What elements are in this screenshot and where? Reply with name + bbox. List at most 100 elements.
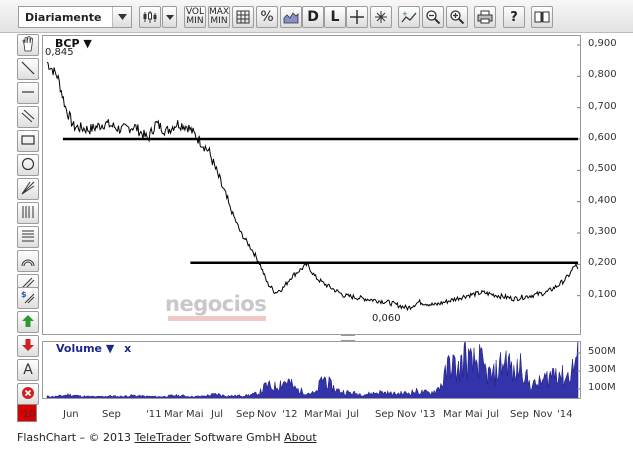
symbol-dropdown-icon[interactable]: ▼ <box>83 37 91 50</box>
l-button[interactable]: L <box>324 6 346 28</box>
chevron-down-icon <box>112 7 131 27</box>
x-tick-label: Nov <box>257 409 277 420</box>
arc-icon <box>21 253 35 270</box>
volume-legend[interactable]: Volume ▼ x <box>56 342 131 355</box>
x-tick-label: '11 <box>146 409 162 420</box>
y-tick-label: 0,800 <box>588 69 617 81</box>
x-tick-label: Sep <box>510 409 529 420</box>
chart-type-dropdown[interactable] <box>162 6 177 28</box>
horizontal-line-icon <box>21 85 35 102</box>
y-tick-label: 0,100 <box>588 288 617 300</box>
x-tick-label: '10 <box>20 409 36 420</box>
max-min-label: MAX MIN <box>208 7 230 26</box>
zoom-in-button[interactable] <box>446 6 468 28</box>
y-tick-label: 0,300 <box>588 226 617 237</box>
crosshair-button[interactable] <box>346 6 368 28</box>
y-tick-label: 0,400 <box>588 194 617 206</box>
grid-icon <box>236 10 250 24</box>
period-value: Diariamente <box>25 10 102 24</box>
fan-tool-button[interactable] <box>17 178 39 200</box>
watermark-logo: negocios <box>165 292 267 316</box>
hand-tool-button[interactable] <box>17 34 39 56</box>
printer-icon <box>477 10 493 24</box>
footer-copyright: FlashChart – © 2013 <box>17 431 135 444</box>
text-tool-button[interactable]: A <box>17 359 39 381</box>
x-tick-label: Mai <box>324 409 342 420</box>
diagonal-line-icon <box>21 61 35 78</box>
trend-line-tool-button[interactable] <box>17 58 39 80</box>
volume-y-tick-label: 300M <box>588 364 616 375</box>
d-label: D <box>307 8 319 25</box>
x-tick-label: Mar <box>164 409 183 420</box>
x-tick-label: Mai <box>465 409 483 420</box>
book-button[interactable] <box>531 6 553 28</box>
volume-close-button[interactable]: x <box>124 342 131 355</box>
watermark-bar <box>168 316 266 321</box>
volume-y-tick-label: 100M <box>588 382 616 393</box>
candlestick-icon <box>142 10 158 24</box>
percent-label: % <box>260 8 274 25</box>
arrow-up-icon <box>21 314 35 331</box>
y-tick-label: 0,900 <box>588 38 617 49</box>
x-tick-label: Jul <box>211 409 224 420</box>
arrow-down-tool-button[interactable] <box>17 335 39 357</box>
zoom-out-button[interactable] <box>422 6 444 28</box>
ellipse-tool-button[interactable] <box>17 154 39 176</box>
volume-label: Volume <box>56 342 102 355</box>
arrow-up-tool-button[interactable] <box>17 311 39 333</box>
circle-icon <box>21 157 35 174</box>
zoom-button[interactable] <box>370 6 392 28</box>
rectangle-tool-button[interactable] <box>17 130 39 152</box>
add-indicator-button[interactable]: + <box>398 6 420 28</box>
price-chart[interactable] <box>42 35 581 335</box>
x-tick-label: Sep <box>375 409 394 420</box>
grid-button[interactable] <box>232 6 254 28</box>
print-button[interactable] <box>474 6 496 28</box>
percent-button[interactable]: % <box>256 6 278 28</box>
chevron-down-icon <box>165 14 174 20</box>
indicator-add-icon: + <box>401 10 417 24</box>
svg-text:+: + <box>402 10 408 18</box>
x-tick-label: Sep <box>102 409 121 420</box>
horizontal-lines-icon <box>21 229 35 246</box>
text-a-icon: A <box>23 362 33 378</box>
x-tick-label: Nov <box>397 409 417 420</box>
arc-tool-button[interactable] <box>17 250 39 272</box>
volume-min-label: VOL MIN <box>185 7 205 26</box>
crosshair-icon <box>350 10 364 24</box>
x-tick-label: Jul <box>487 409 500 420</box>
y-tick-label: 0,500 <box>588 163 617 175</box>
volume-dropdown-icon[interactable]: ▼ <box>106 342 114 355</box>
rectangle-icon <box>21 134 35 149</box>
book-icon <box>534 10 550 24</box>
parallel-lines-tool-button[interactable] <box>17 106 39 128</box>
x-tick-label: Nov <box>533 409 553 420</box>
volume-min-button[interactable]: VOL MIN <box>184 6 206 28</box>
delete-drawings-button[interactable] <box>17 383 39 405</box>
help-button[interactable]: ? <box>503 6 525 28</box>
area-chart-button[interactable] <box>280 6 302 28</box>
horizontal-line-tool-button[interactable] <box>17 82 39 104</box>
footer: FlashChart – © 2013 TeleTrader Software … <box>17 431 317 444</box>
x-tick-label: Mar <box>443 409 462 420</box>
arrow-down-icon <box>21 338 35 355</box>
toolbar: Diariamente VOL MIN MAX MIN % D L + ? <box>0 0 633 33</box>
d-button[interactable]: D <box>302 6 324 28</box>
regression-tool-button[interactable]: $ <box>17 287 39 309</box>
parallel-lines-icon <box>21 109 35 126</box>
area-chart-icon <box>283 10 299 24</box>
zoom-out-icon <box>425 9 441 25</box>
period-select[interactable]: Diariamente <box>18 6 132 28</box>
hand-icon <box>21 35 35 55</box>
chart-type-candle-button[interactable] <box>139 6 161 28</box>
volume-y-tick-label: 500M <box>588 346 616 357</box>
svg-text:$: $ <box>21 290 27 299</box>
max-min-button[interactable]: MAX MIN <box>208 6 230 28</box>
y-tick-label: 0,700 <box>588 100 617 112</box>
price-line <box>46 61 579 312</box>
delete-icon <box>21 386 35 403</box>
fibonacci-vertical-tool-button[interactable] <box>17 202 39 224</box>
fibonacci-horizontal-tool-button[interactable] <box>17 226 39 248</box>
teletrader-link[interactable]: TeleTrader <box>135 431 191 444</box>
about-link[interactable]: About <box>284 431 317 444</box>
